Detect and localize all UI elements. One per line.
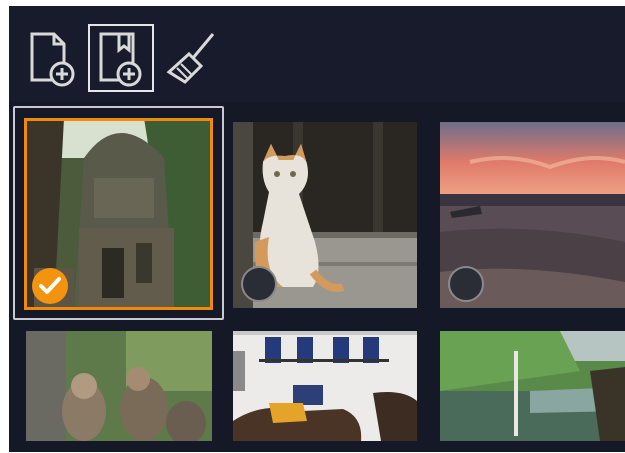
- lake-forest-image: [440, 331, 625, 441]
- add-image-button[interactable]: [88, 24, 154, 92]
- thumbnail-cat[interactable]: [233, 122, 417, 308]
- thumbnail-white-building[interactable]: [233, 331, 417, 441]
- add-file-icon: [30, 32, 75, 87]
- clear-button[interactable]: [159, 24, 225, 92]
- selected-checkmark[interactable]: [32, 268, 68, 304]
- monkeys-image: [26, 331, 212, 441]
- thumbnail-lake-forest[interactable]: [440, 331, 625, 441]
- unselected-checkmark[interactable]: [241, 266, 277, 302]
- add-file-button[interactable]: [19, 24, 85, 92]
- toolbar: [9, 6, 625, 102]
- thumbnail-monkeys[interactable]: [26, 331, 212, 441]
- image-picker-panel: [9, 6, 625, 452]
- white-building-image: [233, 331, 417, 441]
- broom-icon: [166, 33, 215, 84]
- thumbnail-temple[interactable]: [24, 118, 213, 310]
- add-image-file-icon: [99, 32, 142, 87]
- check-icon: [39, 277, 61, 294]
- unselected-checkmark[interactable]: [448, 266, 484, 302]
- thumbnail-sunset-lake[interactable]: [440, 122, 625, 308]
